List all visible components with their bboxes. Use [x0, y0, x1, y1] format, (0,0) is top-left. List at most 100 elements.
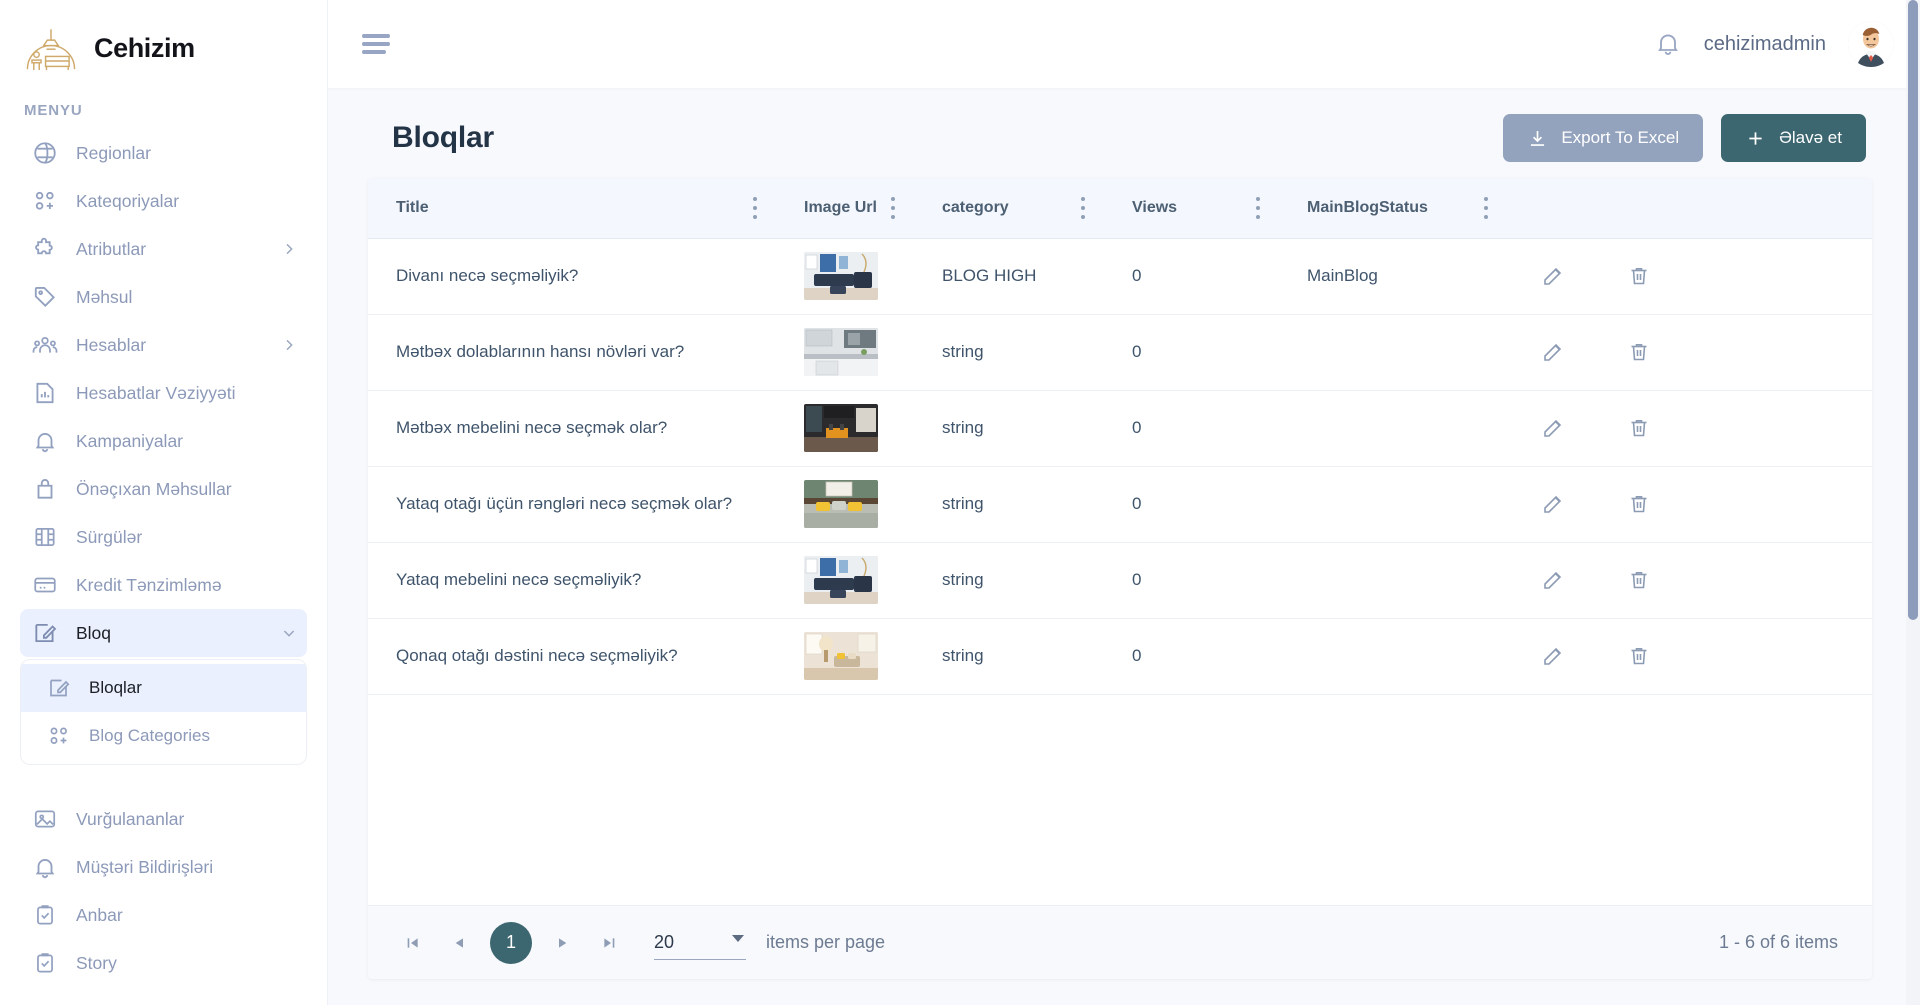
- brand[interactable]: Cehizim: [0, 0, 327, 88]
- submenu-item-label: Blog Categories: [89, 726, 210, 745]
- cell-mainblogstatus: MainBlog: [1279, 238, 1507, 315]
- sidebar-item-kampaniyalar[interactable]: Kampaniyalar: [20, 417, 307, 465]
- column-header-category[interactable]: category: [914, 178, 1104, 239]
- table-row[interactable]: Qonaq otağı dəstini necə seçməliyik? stri…: [368, 618, 1872, 695]
- page-scrollbar[interactable]: [1906, 0, 1920, 1005]
- sidebar-item-kateqoriyalar[interactable]: Kateqoriyalar: [20, 177, 307, 225]
- column-header-image-url[interactable]: Image Url: [776, 178, 914, 239]
- sidebar-item-anbar[interactable]: Anbar: [20, 891, 307, 939]
- notification-bell-icon[interactable]: [1654, 29, 1682, 59]
- sidebar-item-musteri-bildirisleri[interactable]: Müştəri Bildirişləri: [20, 843, 307, 891]
- sidebar-item-bloq[interactable]: Bloq: [20, 609, 307, 657]
- column-header-actions: [1507, 178, 1872, 239]
- edit-row-pencil-icon[interactable]: [1541, 416, 1565, 440]
- sidebar-item-bloqlar[interactable]: Bloqlar: [21, 664, 306, 712]
- chevron-right-icon: [281, 337, 297, 353]
- last-page-icon[interactable]: [586, 920, 632, 966]
- username-label: cehizimadmin: [1703, 32, 1826, 55]
- more-vertical-icon[interactable]: [1080, 196, 1086, 219]
- sidebar-item-hesablar[interactable]: Hesablar: [20, 321, 307, 369]
- sidebar-item-hesabatlar-veziyyeti[interactable]: Hesabatlar Vəziyyəti: [20, 369, 307, 417]
- table-card: Title Image Url category Views MainBlogS…: [368, 178, 1872, 979]
- tag-icon: [32, 284, 58, 310]
- sidebar-item-mehsul[interactable]: Məhsul: [20, 273, 307, 321]
- cell-actions: [1507, 238, 1872, 315]
- bell-icon: [32, 854, 58, 880]
- cell-actions: [1507, 618, 1872, 695]
- page-number-1[interactable]: 1: [490, 921, 532, 964]
- page-size-select[interactable]: 20: [654, 926, 746, 960]
- first-page-icon[interactable]: [390, 920, 436, 966]
- more-vertical-icon[interactable]: [890, 196, 896, 219]
- cell-views: 0: [1104, 542, 1279, 619]
- table-row[interactable]: Yataq otağı üçün rəngləri necə seçmək ol…: [368, 466, 1872, 543]
- chevron-right-icon: [281, 241, 297, 257]
- sidebar-item-label: Anbar: [76, 904, 123, 925]
- sidebar-item-label: Bloq: [76, 622, 112, 643]
- table-empty-space: [368, 694, 1872, 905]
- sidebar-item-regionlar[interactable]: Regionlar: [20, 129, 307, 177]
- sidebar-item-atributlar[interactable]: Atributlar: [20, 225, 307, 273]
- clipboard-check-icon: [32, 902, 58, 928]
- edit-square-icon: [47, 676, 71, 700]
- add-button[interactable]: Əlavə et: [1721, 114, 1866, 162]
- next-page-icon[interactable]: [540, 920, 586, 966]
- sidebar-item-kredit-tenzimleme[interactable]: Kredit Tənzimləmə: [20, 561, 307, 609]
- column-header-title[interactable]: Title: [368, 178, 776, 239]
- cell-mainblogstatus: [1279, 390, 1507, 467]
- delete-row-trash-icon[interactable]: [1627, 416, 1651, 440]
- delete-row-trash-icon[interactable]: [1627, 492, 1651, 516]
- export-to-excel-button[interactable]: Export To Excel: [1503, 114, 1704, 162]
- column-header-views[interactable]: Views: [1104, 178, 1279, 239]
- page-scrollbar-thumb[interactable]: [1908, 0, 1918, 620]
- edit-row-pencil-icon[interactable]: [1541, 340, 1565, 364]
- table-row[interactable]: Yataq mebelini necə seçməliyik? string 0: [368, 542, 1872, 619]
- topbar: cehizimadmin: [328, 0, 1920, 88]
- edit-row-pencil-icon[interactable]: [1541, 492, 1565, 516]
- delete-row-trash-icon[interactable]: [1627, 340, 1651, 364]
- cell-views: 0: [1104, 466, 1279, 543]
- living-room-sofa-thumbnail: [804, 556, 878, 604]
- cell-category: string: [914, 314, 1104, 391]
- blog-submenu: Bloqlar Blog Categories: [20, 659, 307, 765]
- dark-kitchen-thumbnail: [804, 404, 878, 452]
- cell-actions: [1507, 390, 1872, 467]
- kitchen-cabinets-thumbnail: [804, 328, 878, 376]
- cell-actions: [1507, 466, 1872, 543]
- sidebar-item-label: Kredit Tənzimləmə: [76, 574, 222, 595]
- user-avatar[interactable]: [1848, 21, 1894, 67]
- more-vertical-icon[interactable]: [752, 196, 758, 219]
- cell-actions: [1507, 542, 1872, 619]
- sidebar-item-vurgulananlar[interactable]: Vurğulananlar: [20, 795, 307, 843]
- edit-row-pencil-icon[interactable]: [1541, 568, 1565, 592]
- edit-square-icon: [32, 620, 58, 646]
- delete-row-trash-icon[interactable]: [1627, 644, 1651, 668]
- table-row[interactable]: Mətbəx dolablarının hansı növləri var? st…: [368, 314, 1872, 391]
- bag-icon: [32, 476, 58, 502]
- edit-row-pencil-icon[interactable]: [1541, 644, 1565, 668]
- delete-row-trash-icon[interactable]: [1627, 568, 1651, 592]
- report-icon: [32, 380, 58, 406]
- table-row[interactable]: Divanı necə seçməliyik? BLOG HIGH 0 MainBlo…: [368, 238, 1872, 315]
- table-row[interactable]: Mətbəx mebelini necə seçmək olar? string 0: [368, 390, 1872, 467]
- more-vertical-icon[interactable]: [1483, 196, 1489, 219]
- bloqlar-table: Title Image Url category Views MainBlogS…: [368, 178, 1872, 695]
- hamburger-icon[interactable]: [362, 31, 396, 57]
- furniture-arch-logo-icon: [22, 22, 80, 74]
- cell-title: Mətbəx mebelini necə seçmək olar?: [368, 390, 776, 467]
- column-header-mainblogstatus[interactable]: MainBlogStatus: [1279, 178, 1507, 239]
- cell-image: [776, 238, 914, 315]
- page-header: Bloqlar Export To Excel Əlavə et: [368, 114, 1872, 178]
- prev-page-icon[interactable]: [436, 920, 482, 966]
- edit-row-pencil-icon[interactable]: [1541, 264, 1565, 288]
- sidebar-item-label: Məhsul: [76, 286, 133, 307]
- sidebar-item-blog-categories[interactable]: Blog Categories: [21, 712, 306, 760]
- delete-row-trash-icon[interactable]: [1627, 264, 1651, 288]
- sidebar-item-label: Hesablar: [76, 334, 147, 355]
- table-head: Title Image Url category Views MainBlogS…: [368, 178, 1872, 239]
- sidebar-item-story[interactable]: Story: [20, 939, 307, 987]
- sidebar-item-surguler[interactable]: Sürgülər: [20, 513, 307, 561]
- sidebar-item-onecixan-mehsullar[interactable]: Önəçıxan Məhsullar: [20, 465, 307, 513]
- more-vertical-icon[interactable]: [1255, 196, 1261, 219]
- chevron-down-icon: [281, 625, 297, 641]
